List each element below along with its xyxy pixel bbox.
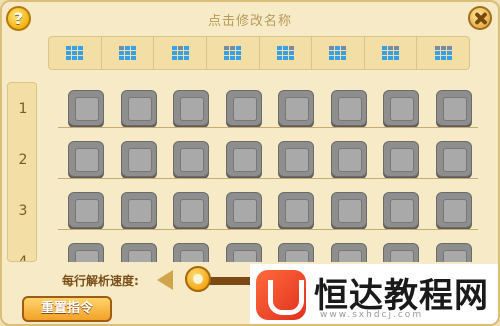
watermark: 恒达教程网 www.sxhdcj.com	[250, 264, 498, 324]
command-slot[interactable]	[330, 90, 367, 126]
command-slot[interactable]	[225, 192, 262, 228]
column-pattern-icon	[66, 46, 84, 60]
editable-title[interactable]: 点击修改名称	[2, 10, 498, 29]
command-slot[interactable]	[330, 192, 367, 228]
command-slot[interactable]	[278, 141, 314, 177]
command-slot[interactable]	[383, 243, 419, 262]
column-header-2[interactable]	[102, 37, 155, 69]
command-slot[interactable]	[173, 90, 209, 126]
speed-label: 每行解析速度:	[62, 274, 139, 288]
close-button[interactable]	[468, 6, 492, 30]
command-slot[interactable]	[173, 141, 209, 177]
command-slot[interactable]	[173, 192, 209, 228]
column-pattern-icon	[434, 46, 452, 60]
command-slot[interactable]	[330, 141, 367, 177]
column-pattern-icon	[224, 46, 242, 60]
row-number-4: 4	[18, 254, 28, 262]
column-header-1[interactable]	[49, 37, 102, 69]
speed-slider-knob[interactable]	[185, 266, 211, 292]
column-header-5[interactable]	[260, 37, 313, 69]
row-number-2: 2	[18, 152, 28, 168]
command-slot[interactable]	[68, 192, 104, 228]
row-divider	[58, 127, 478, 128]
command-slot[interactable]	[330, 243, 367, 262]
command-slot[interactable]	[278, 243, 314, 262]
command-slot[interactable]	[435, 192, 472, 228]
command-slot[interactable]	[278, 90, 314, 126]
row-divider	[58, 229, 478, 230]
command-grid	[58, 82, 478, 262]
command-slot[interactable]	[120, 243, 157, 262]
speed-decrease-button[interactable]	[157, 270, 173, 290]
command-slot[interactable]	[225, 90, 262, 126]
command-slot[interactable]	[68, 90, 104, 126]
command-slot[interactable]	[278, 192, 314, 228]
command-slot[interactable]	[435, 90, 472, 126]
column-header-4[interactable]	[207, 37, 260, 69]
command-slot[interactable]	[383, 141, 419, 177]
command-slot[interactable]	[120, 192, 157, 228]
command-slot[interactable]	[68, 243, 104, 262]
column-header-3[interactable]	[154, 37, 207, 69]
column-pattern-icon	[171, 46, 189, 60]
command-slot[interactable]	[383, 90, 419, 126]
column-pattern-icon	[276, 46, 294, 60]
command-slot[interactable]	[435, 243, 472, 262]
column-pattern-icon	[329, 46, 347, 60]
command-slot[interactable]	[225, 141, 262, 177]
row-header-bar: 1 2 3 4	[7, 82, 37, 262]
command-slot[interactable]	[120, 90, 157, 126]
column-pattern-icon	[118, 46, 136, 60]
column-header-6[interactable]	[312, 37, 365, 69]
command-slot[interactable]	[435, 141, 472, 177]
column-header-bar	[48, 36, 470, 70]
column-header-7[interactable]	[365, 37, 418, 69]
command-slot[interactable]	[68, 141, 104, 177]
reset-commands-button[interactable]: 重置指令	[22, 296, 112, 322]
command-slot[interactable]	[173, 243, 209, 262]
column-header-8[interactable]	[417, 37, 469, 69]
command-slot[interactable]	[120, 141, 157, 177]
command-slot[interactable]	[225, 243, 262, 262]
column-pattern-icon	[382, 46, 400, 60]
row-divider	[58, 178, 478, 179]
watermark-url: www.sxhdcj.com	[320, 310, 424, 320]
watermark-logo	[256, 270, 306, 320]
row-number-1: 1	[18, 101, 28, 117]
row-number-3: 3	[18, 203, 28, 219]
command-editor-panel: ? 点击修改名称 1234 每行解析速度: 重置指令 恒达教程网 www.sxh…	[0, 0, 500, 326]
command-slot[interactable]	[383, 192, 419, 228]
